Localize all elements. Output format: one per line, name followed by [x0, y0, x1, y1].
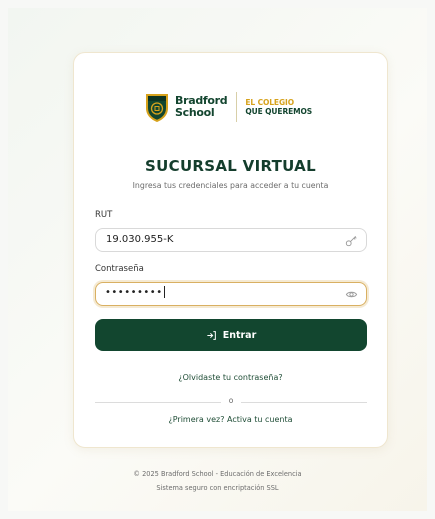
key-icon	[345, 235, 357, 247]
password-label: Contraseña	[95, 264, 144, 274]
divider-line-right	[241, 402, 367, 403]
password-input[interactable]: •••••••••	[95, 282, 367, 306]
login-arrow-icon	[207, 330, 216, 340]
forgot-password-link[interactable]: ¿Olvidaste tu contraseña?	[74, 373, 387, 382]
brand-name: Bradford School	[175, 94, 228, 119]
rut-input[interactable]: 19.030.955-K	[95, 228, 367, 252]
page-title: SUCURSAL VIRTUAL	[145, 157, 316, 175]
activate-account-link[interactable]: ¿Primera vez? Activa tu cuenta	[74, 415, 387, 424]
footer-copyright: © 2025 Bradford School - Educación de Ex…	[133, 470, 302, 478]
divider-text: o	[228, 396, 234, 405]
rut-value: 19.030.955-K	[106, 234, 174, 245]
brand-divider	[236, 92, 238, 122]
rut-label: RUT	[95, 210, 113, 220]
login-button[interactable]: Entrar	[95, 319, 367, 351]
footer-security-note: Sistema seguro con encriptación SSL	[156, 484, 279, 492]
login-card: Bradford School EL COLEGIO QUE QUEREMOS …	[73, 52, 388, 448]
brand-tagline: EL COLEGIO QUE QUEREMOS	[245, 98, 313, 116]
password-value: •••••••••	[105, 286, 165, 298]
brand-logo: Bradford School EL COLEGIO QUE QUEREMOS	[144, 91, 312, 123]
school-crest-icon	[146, 94, 168, 122]
or-divider: o	[95, 396, 367, 407]
login-button-label: Entrar	[222, 329, 257, 341]
eye-icon[interactable]	[345, 288, 358, 301]
text-caret	[163, 286, 165, 298]
page-subtitle: Ingresa tus credenciales para acceder a …	[132, 181, 329, 190]
